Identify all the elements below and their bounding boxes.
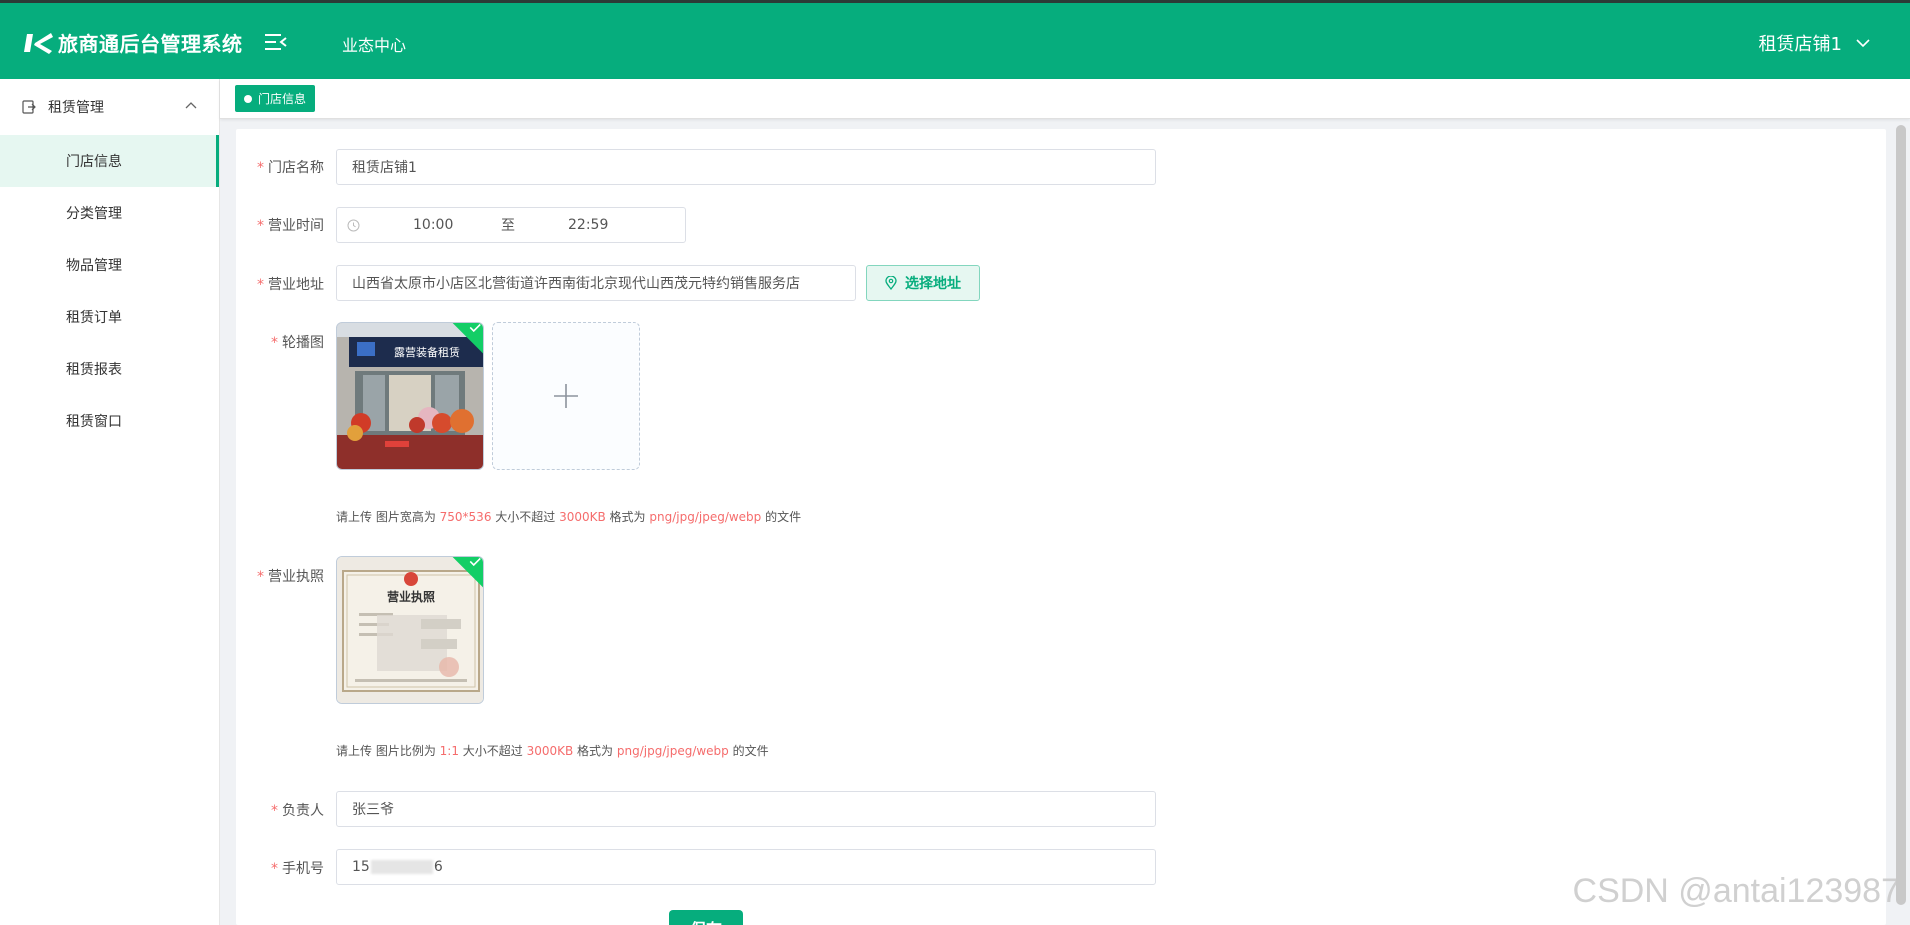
license-image-thumb[interactable]: 营业执照 [336,556,484,704]
select-address-button[interactable]: 选择地址 [866,265,980,301]
csdn-watermark: CSDN @antai123987 [1572,872,1900,910]
storefront-photo: 露营装备租赁 [337,323,483,469]
tags-bar: 门店信息 [220,79,1910,119]
sidebar-item-label: 租赁订单 [66,310,122,326]
nav-business-center[interactable]: 业态中心 [342,32,406,56]
manager-input[interactable]: 张三爷 [336,791,1156,827]
store-name-label: * 门店名称 [257,160,324,176]
menu-fold-icon[interactable] [265,33,287,51]
phone-redaction [370,860,433,874]
store-name-input[interactable]: 租赁店铺1 [336,149,1156,185]
sidebar-group-label: 租赁管理 [48,100,104,116]
storefront-sign-text: 露营装备租赁 [394,345,460,359]
carousel-hint: 请上传 图片宽高为 750*536 大小不超过 3000KB 格式为 png/j… [336,510,802,524]
carousel-label: * 轮播图 [271,335,324,351]
tag-store-info[interactable]: 门店信息 [235,85,316,112]
top-header: 旅商通后台管理系统 业态中心 租赁店铺1 [0,0,1910,79]
tag-label: 门店信息 [258,92,307,106]
sidebar-item-reports[interactable]: 租赁报表 [0,343,219,395]
sidebar-item-orders[interactable]: 租赁订单 [0,291,219,343]
sidebar-item-label: 分类管理 [66,206,122,222]
sidebar-item-window[interactable]: 租赁窗口 [0,395,219,447]
plus-icon [554,384,578,408]
range-separator: 至 [501,218,515,234]
user-menu[interactable]: 租赁店铺1 [1759,30,1870,56]
chevron-down-icon [1856,38,1870,47]
sidebar-item-label: 租赁窗口 [66,414,122,430]
sidebar-item-goods[interactable]: 物品管理 [0,239,219,291]
page-scrollbar[interactable] [1896,125,1906,905]
check-icon [469,323,481,333]
sidebar: 租赁管理 门店信息 分类管理 物品管理 租赁订单 租赁报表 租赁窗口 [0,79,220,925]
exit-icon [22,100,36,114]
carousel-image-thumb[interactable]: 露营装备租赁 [336,322,484,470]
license-label: * 营业执照 [257,569,324,585]
start-time[interactable]: 10:00 [413,217,453,233]
end-time[interactable]: 22:59 [568,217,608,233]
location-pin-icon [885,276,897,290]
logo-icon [24,32,53,54]
phone-input[interactable]: 15 6 [336,849,1156,885]
chevron-up-icon [185,102,197,109]
sidebar-item-store-info[interactable]: 门店信息 [0,135,219,187]
sidebar-item-label: 租赁报表 [66,362,122,378]
app-logo[interactable]: 旅商通后台管理系统 [24,28,243,57]
check-icon [469,557,481,567]
sidebar-item-categories[interactable]: 分类管理 [0,187,219,239]
clock-icon [347,219,360,231]
address-input[interactable]: 山西省太原市小店区北营街道许西南街北京现代山西茂元特约销售服务店 [336,265,856,301]
address-label: * 营业地址 [257,277,324,293]
sidebar-item-label: 物品管理 [66,258,122,274]
license-photo: 营业执照 [337,557,483,703]
carousel-upload-button[interactable] [492,322,640,470]
manager-label: * 负责人 [271,803,324,819]
app-title: 旅商通后台管理系统 [58,32,243,56]
business-hours-range[interactable]: 10:00 至 22:59 [336,207,686,243]
sidebar-group-rental[interactable]: 租赁管理 [0,79,219,135]
sidebar-item-label: 门店信息 [66,154,122,170]
license-hint: 请上传 图片比例为 1:1 大小不超过 3000KB 格式为 png/jpg/j… [336,744,769,758]
user-name: 租赁店铺1 [1758,34,1842,55]
license-cert-title: 营业执照 [387,589,435,604]
tag-dot [244,94,252,103]
business-hours-label: * 营业时间 [257,218,324,234]
phone-label: * 手机号 [271,861,324,877]
save-button[interactable]: 保存 [669,910,743,925]
